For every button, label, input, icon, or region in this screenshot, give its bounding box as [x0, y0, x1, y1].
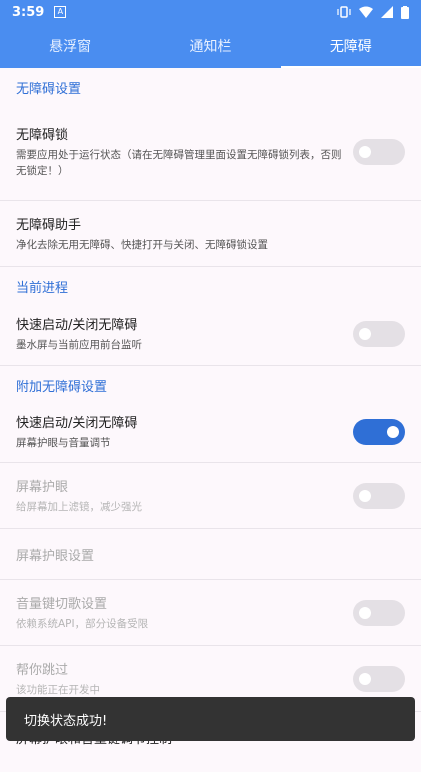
tab-accessibility[interactable]: 无障碍: [280, 24, 421, 68]
toggle-knob: [387, 425, 399, 438]
help-skip-toggle[interactable]: [353, 665, 405, 692]
quick-toggle-extra-toggle[interactable]: [353, 418, 405, 445]
eye-protection-toggle[interactable]: [353, 482, 405, 509]
setting-title: 无障碍锁: [16, 128, 69, 143]
setting-quick-toggle-process[interactable]: 快速启动/关闭无障碍 墨水屏与当前应用前台监听: [0, 302, 421, 366]
setting-title: 音量键切歌设置: [16, 597, 108, 612]
setting-title: 无障碍助手: [16, 218, 82, 233]
section-header-accessibility-settings: 无障碍设置: [16, 82, 82, 97]
setting-title: 快速启动/关闭无障碍: [16, 318, 138, 333]
setting-subtitle: 给屏幕加上滤镜，减少强光: [16, 501, 142, 513]
tab-bar: 悬浮窗 通知栏 无障碍: [0, 24, 421, 68]
setting-subtitle: 该功能正在开发中: [16, 684, 100, 696]
toggle-knob: [359, 489, 371, 502]
setting-subtitle: 依赖系统API，部分设备受限: [16, 618, 149, 630]
section-header-extra-accessibility: 附加无障碍设置: [16, 380, 108, 395]
toggle-knob: [359, 327, 371, 340]
setting-eye-protection[interactable]: 屏幕护眼 给屏幕加上滤镜，减少强光: [0, 463, 421, 529]
setting-subtitle: 净化去除无用无障碍、快捷打开与关闭、无障碍锁设置: [16, 239, 268, 251]
setting-title: 屏幕护眼设置: [16, 548, 95, 564]
setting-volume-key-song-switch[interactable]: 音量键切歌设置 依赖系统API，部分设备受限: [0, 580, 421, 646]
battery-icon: [401, 5, 409, 19]
vibrate-icon: [337, 6, 351, 18]
setting-subtitle: 墨水屏与当前应用前台监听: [16, 339, 142, 351]
quick-toggle-process-toggle[interactable]: [353, 320, 405, 347]
section-header-current-process: 当前进程: [16, 281, 69, 296]
tab-floating-window[interactable]: 悬浮窗: [0, 24, 140, 68]
volume-key-song-switch-toggle[interactable]: [353, 599, 405, 626]
signal-icon: [381, 6, 393, 18]
setting-accessibility-lock[interactable]: 无障碍锁 需要应用处于运行状态（请在无障碍管理里面设置无障碍锁列表，否则无锁定！…: [0, 103, 421, 201]
setting-title: 屏幕护眼: [16, 480, 69, 495]
toast-message: 切换状态成功!: [6, 697, 415, 741]
setting-accessibility-assistant[interactable]: 无障碍助手 净化去除无用无障碍、快捷打开与关闭、无障碍锁设置: [0, 201, 421, 267]
setting-title: 帮你跳过: [16, 663, 69, 678]
wifi-icon: [359, 6, 373, 18]
accessibility-lock-toggle[interactable]: [353, 138, 405, 165]
toggle-knob: [359, 145, 371, 158]
setting-quick-toggle-extra[interactable]: 快速启动/关闭无障碍 屏幕护眼与音量调节: [0, 401, 421, 463]
setting-subtitle: 需要应用处于运行状态（请在无障碍管理里面设置无障碍锁列表，否则无锁定！）: [16, 149, 342, 177]
status-time: 3:59: [12, 4, 45, 20]
settings-list: 无障碍设置 无障碍锁 需要应用处于运行状态（请在无障碍管理里面设置无障碍锁列表，…: [0, 68, 421, 772]
toggle-knob: [359, 606, 371, 619]
app-notification-icon: A: [54, 6, 67, 18]
toggle-knob: [359, 672, 371, 685]
setting-eye-protection-settings[interactable]: 屏幕护眼设置: [0, 529, 421, 580]
setting-title: 快速启动/关闭无障碍: [16, 416, 138, 431]
setting-subtitle: 屏幕护眼与音量调节: [16, 437, 111, 449]
tab-notification-bar[interactable]: 通知栏: [140, 24, 280, 68]
status-bar: 3:59 A: [0, 0, 421, 24]
